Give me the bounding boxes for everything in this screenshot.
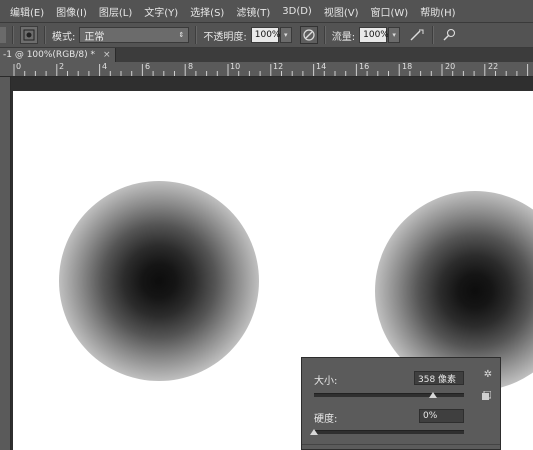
options-divider (195, 26, 198, 44)
options-divider (432, 26, 435, 44)
hardness-slider-track[interactable] (314, 430, 464, 434)
airbrush-icon[interactable] (408, 26, 426, 44)
tool-preset-picker[interactable] (0, 27, 6, 43)
hardness-input[interactable]: 0% (419, 409, 464, 423)
document-tab-title: -1 @ 100%(RGB/8) * (3, 50, 95, 60)
ruler-label: 0 (16, 62, 22, 71)
horizontal-ruler: 0 2 4 6 8 10 12 14 16 18 20 22 (0, 62, 533, 77)
document-tab-bar: -1 @ 100%(RGB/8) * × (0, 48, 533, 62)
hardness-label: 硬度: (314, 414, 338, 425)
ruler-label: 18 (402, 62, 413, 71)
size-label: 大小: (314, 376, 338, 387)
pressure-size-icon[interactable] (440, 26, 458, 44)
ruler-label: 12 (273, 62, 284, 71)
flow-input[interactable]: 100% (359, 27, 389, 43)
brush-preset-panel: 大小: 358 像素 ✲ 硬度: 0% (301, 357, 501, 450)
ruler-label: 14 (316, 62, 327, 71)
opacity-label: 不透明度: (203, 31, 247, 43)
options-bar: 模式: 正常 ⇕ 不透明度: 100% ▾ 流量: 100% ▾ (0, 23, 533, 48)
panel-divider (302, 444, 500, 445)
brush-preset-icon[interactable] (20, 26, 38, 44)
vertical-ruler (0, 77, 11, 450)
ruler-label: 4 (102, 62, 108, 71)
new-preset-icon[interactable] (480, 390, 492, 402)
mode-select[interactable]: 正常 ⇕ (79, 27, 190, 43)
menu-edit[interactable]: 编辑(E) (0, 4, 50, 19)
document-tab[interactable]: -1 @ 100%(RGB/8) * × (0, 48, 116, 62)
menu-help[interactable]: 帮助(H) (414, 4, 461, 19)
menu-bar: 编辑(E) 图像(I) 图层(L) 文字(Y) 选择(S) 滤镜(T) 3D(D… (0, 0, 533, 23)
ruler-label: 20 (445, 62, 456, 71)
flow-label: 流量: (331, 31, 356, 43)
options-divider (12, 26, 14, 44)
ruler-label: 8 (188, 62, 194, 71)
menu-layer[interactable]: 图层(L) (93, 4, 138, 19)
menu-window[interactable]: 窗口(W) (365, 4, 415, 19)
opacity-input[interactable]: 100% (250, 27, 280, 43)
select-arrows-icon: ⇕ (178, 31, 185, 39)
opacity-dropdown-icon[interactable]: ▾ (279, 27, 292, 43)
ruler-label: 10 (230, 62, 241, 71)
pressure-opacity-icon[interactable] (299, 26, 318, 44)
size-slider-track[interactable] (314, 393, 464, 397)
menu-view[interactable]: 视图(V) (318, 4, 365, 19)
soft-brush-stroke-left (59, 181, 259, 381)
gear-icon[interactable]: ✲ (482, 368, 494, 380)
ruler-label: 16 (359, 62, 370, 71)
mode-label: 模式: (52, 31, 76, 43)
hardness-slider-thumb[interactable] (310, 429, 318, 435)
options-divider (323, 26, 326, 44)
menu-type[interactable]: 文字(Y) (138, 4, 184, 19)
ruler-label: 2 (59, 62, 65, 71)
size-slider-thumb[interactable] (428, 392, 437, 398)
ruler-label: 6 (145, 62, 151, 71)
ruler-label: 22 (488, 62, 499, 71)
size-input[interactable]: 358 像素 (414, 371, 464, 385)
menu-image[interactable]: 图像(I) (50, 4, 93, 19)
options-divider (44, 26, 46, 44)
close-icon[interactable]: × (103, 50, 111, 60)
menu-filter[interactable]: 滤镜(T) (230, 4, 276, 19)
menu-select[interactable]: 选择(S) (184, 4, 230, 19)
mode-value: 正常 (84, 31, 105, 43)
flow-dropdown-icon[interactable]: ▾ (388, 27, 401, 43)
menu-3d[interactable]: 3D(D) (276, 6, 318, 17)
